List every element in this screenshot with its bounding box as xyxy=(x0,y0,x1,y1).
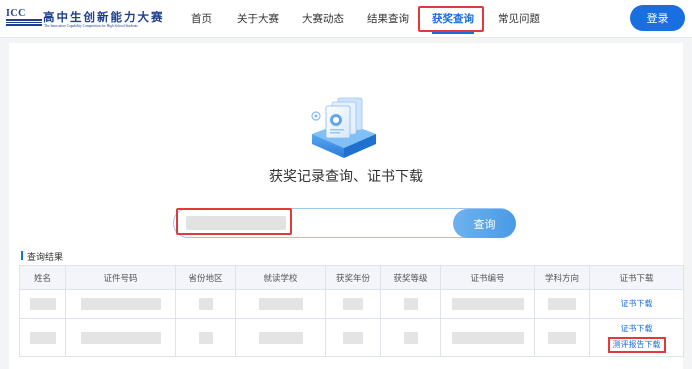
login-button[interactable]: 登录 xyxy=(630,5,685,31)
table-cell: 证书下载 xyxy=(589,289,684,319)
nav-item-results[interactable]: 结果查询 xyxy=(367,0,409,38)
redacted-value xyxy=(198,331,213,344)
column-header: 姓名 xyxy=(19,265,66,290)
redacted-value xyxy=(451,331,524,344)
certificate-download-link[interactable]: 证书下载 xyxy=(590,298,683,310)
column-header: 证件号码 xyxy=(65,265,176,290)
nav-item-about[interactable]: 关于大赛 xyxy=(237,0,279,38)
results-label: 查询结果 xyxy=(21,250,63,263)
redacted-value xyxy=(403,331,418,344)
table-row: 证书下载 测评报告下载 xyxy=(19,318,684,357)
logo-bars xyxy=(6,19,42,27)
table-cell xyxy=(325,289,381,319)
results-table: 姓名 证件号码 省份地区 就读学校 获奖年份 获奖等级 证书编号 学科方向 证书… xyxy=(19,265,684,357)
table-cell xyxy=(65,318,176,357)
column-header: 省份地区 xyxy=(175,265,236,290)
nav-item-news[interactable]: 大赛动态 xyxy=(302,0,344,38)
table-cell xyxy=(65,289,176,319)
table-cell: 证书下载 测评报告下载 xyxy=(589,318,684,357)
table-cell xyxy=(235,318,326,357)
report-highlight-box: 测评报告下载 xyxy=(607,336,666,353)
nav-item-home[interactable]: 首页 xyxy=(191,0,212,38)
column-header: 获奖等级 xyxy=(380,265,441,290)
redacted-value xyxy=(343,298,363,310)
column-header: 证书下载 xyxy=(589,265,684,290)
nav-item-faq[interactable]: 常见问题 xyxy=(498,0,540,38)
redacted-value xyxy=(80,298,161,310)
redacted-value xyxy=(343,331,363,344)
column-header: 就读学校 xyxy=(235,265,326,290)
redacted-value xyxy=(258,331,303,344)
logo-title-en: The Innovative Capability Competition fo… xyxy=(44,24,138,28)
search-button[interactable]: 查询 xyxy=(453,209,516,238)
search-highlight-box xyxy=(176,208,292,235)
icc-logo[interactable]: ICC 高中生创新能力大赛 The Innovative Capability … xyxy=(6,8,163,32)
top-header: ICC 高中生创新能力大赛 The Innovative Capability … xyxy=(0,0,692,38)
redacted-value xyxy=(258,298,303,310)
table-cell xyxy=(235,289,326,319)
certificate-download-link[interactable]: 证书下载 xyxy=(590,323,683,335)
certificate-illustration-icon xyxy=(311,97,376,158)
redacted-value xyxy=(548,298,576,310)
redacted-value xyxy=(451,298,524,310)
table-cell xyxy=(19,318,66,357)
table-cell xyxy=(534,289,590,319)
redacted-value xyxy=(29,298,56,310)
table-cell xyxy=(19,289,66,319)
table-row: 证书下载 xyxy=(19,289,684,319)
column-header: 证书编号 xyxy=(440,265,535,290)
table-cell xyxy=(440,289,535,319)
report-download-link[interactable]: 测评报告下载 xyxy=(613,339,661,351)
table-header-row: 姓名 证件号码 省份地区 就读学校 获奖年份 获奖等级 证书编号 学科方向 证书… xyxy=(19,265,684,290)
table-cell xyxy=(380,289,441,319)
logo-mark: ICC xyxy=(6,8,26,19)
redacted-value xyxy=(548,331,576,344)
table-cell xyxy=(380,318,441,357)
redacted-value xyxy=(29,331,56,344)
nav-highlight-box xyxy=(418,6,484,32)
table-cell xyxy=(175,318,236,357)
page-title: 获奖记录查询、证书下载 xyxy=(269,169,423,185)
logo-title-cn: 高中生创新能力大赛 xyxy=(43,10,165,24)
redacted-value xyxy=(198,298,213,310)
table-cell xyxy=(175,289,236,319)
redacted-value xyxy=(403,298,418,310)
table-cell xyxy=(534,318,590,357)
column-header: 学科方向 xyxy=(534,265,590,290)
table-cell xyxy=(325,318,381,357)
redacted-value xyxy=(80,331,161,344)
table-cell xyxy=(440,318,535,357)
column-header: 获奖年份 xyxy=(325,265,381,290)
